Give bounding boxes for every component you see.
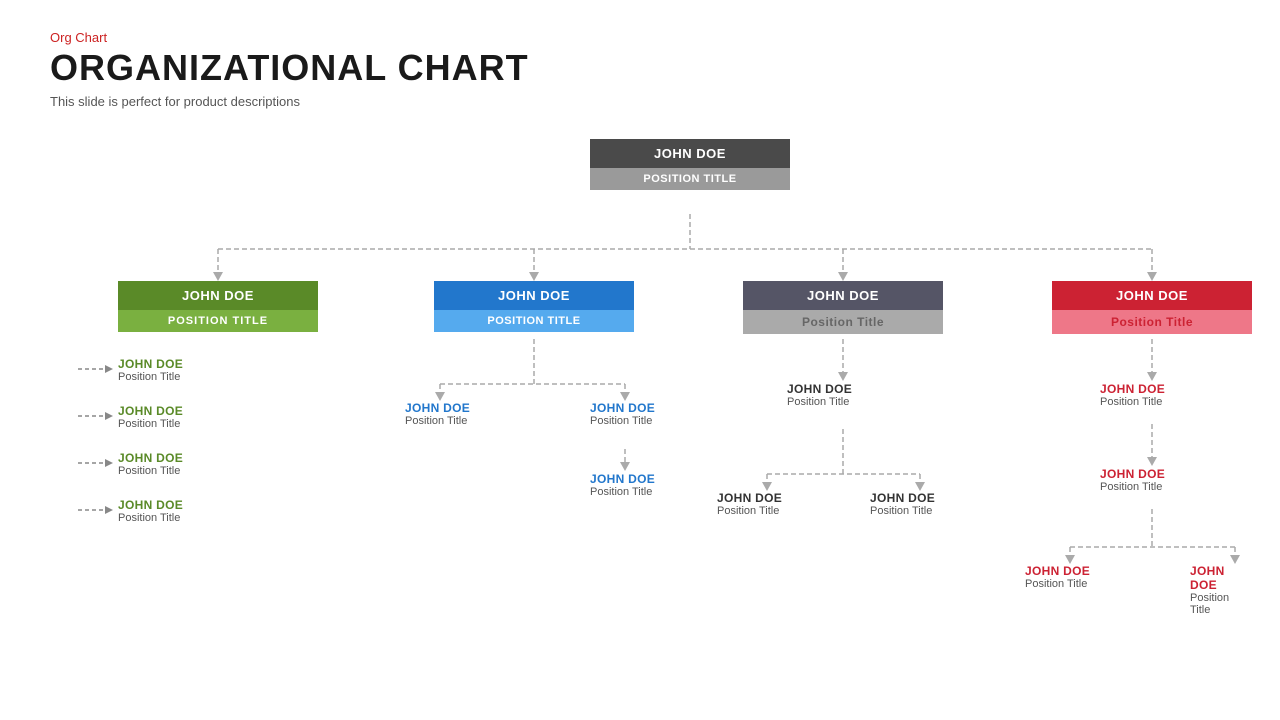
green-child4-title: Position Title: [118, 512, 183, 524]
gray-child1-title: Position Title: [787, 396, 852, 408]
gray-child2b-title: Position Title: [870, 505, 935, 517]
gray-child2a-name: JOHN DOE: [717, 491, 782, 505]
blue-child-left-name: JOHN DOE: [405, 401, 470, 415]
page: Org Chart ORGANIZATIONAL CHART This slid…: [0, 0, 1280, 720]
blue-child-sub: JOHN DOE Position Title: [590, 472, 655, 498]
green-child3-title: Position Title: [118, 465, 183, 477]
green-child1-name: JOHN DOE: [118, 357, 183, 371]
chart-area: JOHN DOE POSITION TITLE JOHN DOE POSITIO…: [50, 129, 1230, 709]
gray-child-2a: JOHN DOE Position Title: [717, 491, 782, 517]
green-arrow-4: [73, 500, 123, 520]
root-title: POSITION TITLE: [590, 168, 790, 190]
root-node: JOHN DOE POSITION TITLE: [590, 139, 790, 190]
green-child-4: JOHN DOE Position Title: [118, 498, 183, 524]
blue-child-right-title: Position Title: [590, 415, 655, 427]
gray-child2b-name: JOHN DOE: [870, 491, 935, 505]
red-title: Position Title: [1052, 310, 1252, 334]
blue-child-sub-title: Position Title: [590, 486, 655, 498]
red-name: JOHN DOE: [1052, 281, 1252, 310]
red-child1-name: JOHN DOE: [1100, 382, 1165, 396]
red-child2-name: JOHN DOE: [1100, 467, 1165, 481]
red-child3b-title: Position Title: [1190, 592, 1230, 616]
red-child-3b: JOHN DOE Position Title: [1190, 564, 1230, 616]
header-title: ORGANIZATIONAL CHART: [50, 47, 1230, 89]
blue-child-sub-name: JOHN DOE: [590, 472, 655, 486]
green-arrow-1: [73, 359, 123, 379]
green-child4-name: JOHN DOE: [118, 498, 183, 512]
gray-child-2b: JOHN DOE Position Title: [870, 491, 935, 517]
green-title: POSITION TITLE: [118, 310, 318, 332]
header-label: Org Chart: [50, 30, 1230, 45]
red-child3a-name: JOHN DOE: [1025, 564, 1090, 578]
gray-child1-name: JOHN DOE: [787, 382, 852, 396]
green-name: JOHN DOE: [118, 281, 318, 310]
red-child3b-name: JOHN DOE: [1190, 564, 1230, 592]
header-subtitle: This slide is perfect for product descri…: [50, 94, 1230, 109]
blue-name: JOHN DOE: [434, 281, 634, 310]
green-child3-name: JOHN DOE: [118, 451, 183, 465]
blue-child-right-name: JOHN DOE: [590, 401, 655, 415]
red-child-2: JOHN DOE Position Title: [1100, 467, 1165, 493]
red-child-1: JOHN DOE Position Title: [1100, 382, 1165, 408]
blue-child-right: JOHN DOE Position Title: [590, 401, 655, 427]
green-child1-title: Position Title: [118, 371, 183, 383]
green-child-3: JOHN DOE Position Title: [118, 451, 183, 477]
green-child-1: JOHN DOE Position Title: [118, 357, 183, 383]
red-child2-title: Position Title: [1100, 481, 1165, 493]
blue-child-left: JOHN DOE Position Title: [405, 401, 470, 427]
green-child2-title: Position Title: [118, 418, 183, 430]
gray-child-1: JOHN DOE Position Title: [787, 382, 852, 408]
gray-name: JOHN DOE: [743, 281, 943, 310]
blue-title: POSITION TITLE: [434, 310, 634, 332]
blue-child-left-title: Position Title: [405, 415, 470, 427]
gray-child2a-title: Position Title: [717, 505, 782, 517]
green-arrow-3: [73, 453, 123, 473]
gray-title: Position Title: [743, 310, 943, 334]
green-child-2: JOHN DOE Position Title: [118, 404, 183, 430]
green-arrow-2: [73, 406, 123, 426]
red-child1-title: Position Title: [1100, 396, 1165, 408]
green-node: JOHN DOE POSITION TITLE: [118, 281, 318, 332]
blue-node: JOHN DOE POSITION TITLE: [434, 281, 634, 332]
red-child-3a: JOHN DOE Position Title: [1025, 564, 1090, 590]
red-node: JOHN DOE Position Title: [1052, 281, 1252, 334]
gray-node: JOHN DOE Position Title: [743, 281, 943, 334]
green-child2-name: JOHN DOE: [118, 404, 183, 418]
root-name: JOHN DOE: [590, 139, 790, 168]
red-child3a-title: Position Title: [1025, 578, 1090, 590]
